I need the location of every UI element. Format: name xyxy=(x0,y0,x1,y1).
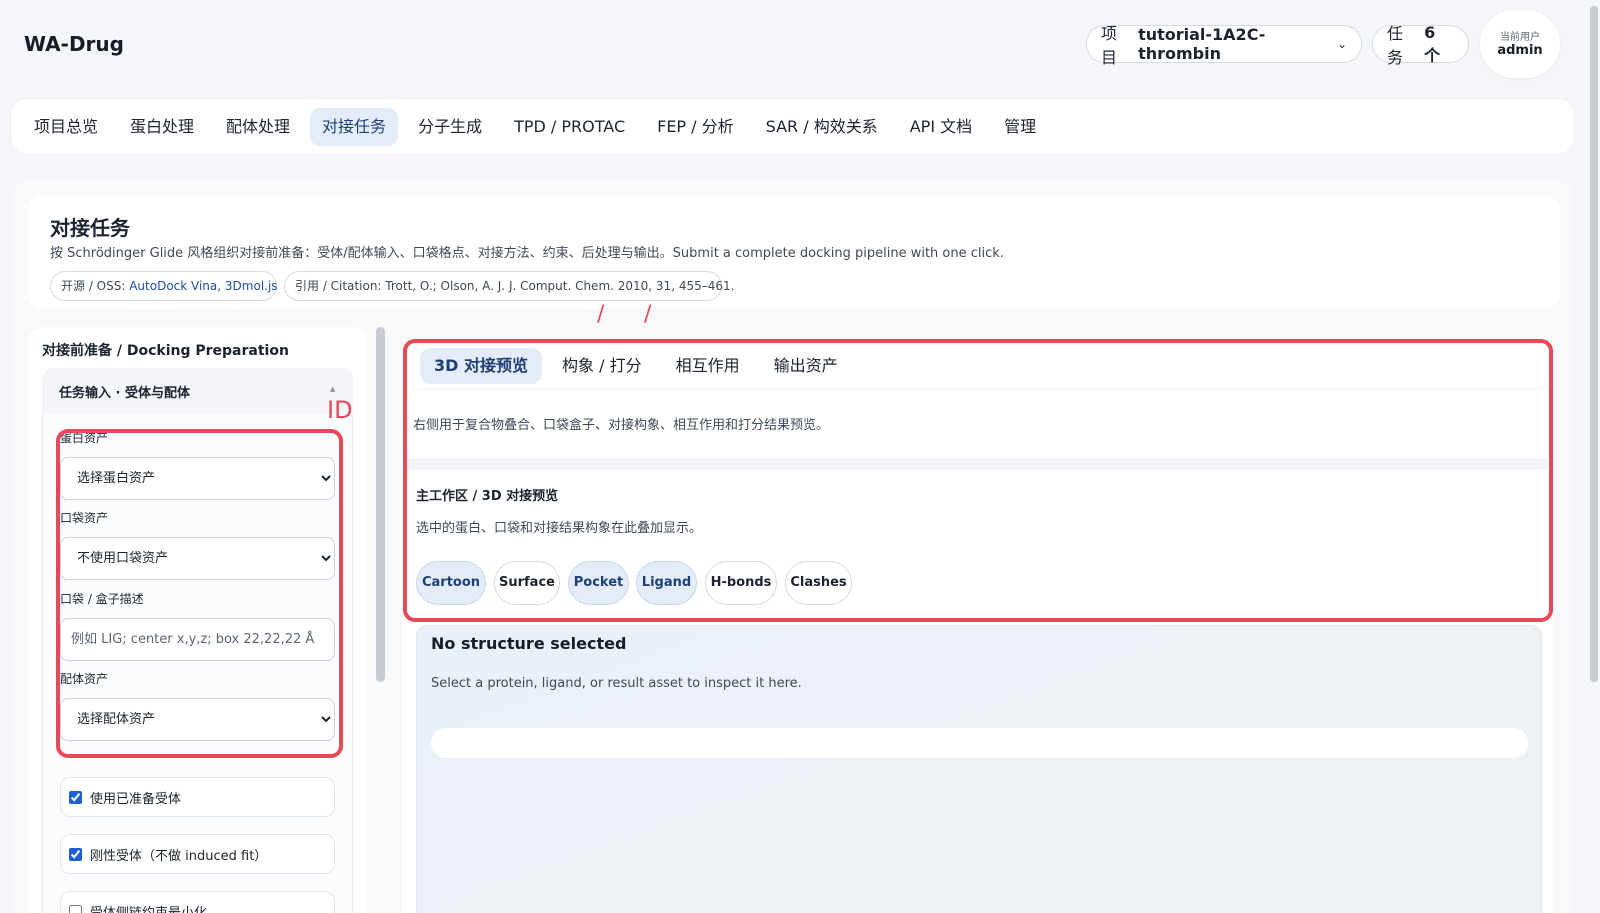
project-label: 项目 xyxy=(1101,24,1118,67)
nav-item-9[interactable]: 管理 xyxy=(992,108,1048,146)
use-prepared-receptor-checkbox[interactable] xyxy=(69,790,82,804)
oss-separator: , xyxy=(217,279,225,293)
docking-prep-title: 对接前准备 / Docking Preparation xyxy=(42,343,289,359)
sidechain-min-option[interactable]: 受体侧链约束最小化 xyxy=(60,891,335,913)
annotation-box-preview xyxy=(403,339,1553,622)
structure-viewer[interactable] xyxy=(416,625,1542,913)
nav-item-0[interactable]: 项目总览 xyxy=(22,108,110,146)
page-scrollbar[interactable] xyxy=(1590,6,1598,682)
viewer-toolbar xyxy=(431,728,1528,758)
sidechain-min-checkbox[interactable] xyxy=(69,904,82,913)
use-prepared-receptor-option[interactable]: 使用已准备受体 xyxy=(60,777,335,817)
nav-item-4[interactable]: 分子生成 xyxy=(406,108,494,146)
task-count-pill[interactable]: 任务 6 个 xyxy=(1372,22,1469,67)
annotation-slash-1: / xyxy=(597,302,605,327)
nav-item-1[interactable]: 蛋白处理 xyxy=(118,108,206,146)
rigid-receptor-option[interactable]: 刚性受体（不做 induced fit） xyxy=(60,834,335,874)
user-name: admin xyxy=(1497,43,1543,58)
top-bar: WA-Drug 项目 tutorial-1A2C-thrombin ⌄ 任务 6… xyxy=(0,0,1586,90)
brand-logo: WA-Drug xyxy=(24,32,124,56)
chevron-down-icon: ⌄ xyxy=(1336,37,1347,51)
left-panel-scrollbar[interactable] xyxy=(376,327,385,682)
rigid-receptor-label: 刚性受体（不做 induced fit） xyxy=(90,848,268,864)
user-label: 当前用户 xyxy=(1500,32,1540,43)
accordion-title: 任务输入 · 受体与配体 xyxy=(59,386,190,401)
nav-item-7[interactable]: SAR / 构效关系 xyxy=(754,108,890,146)
viewer-empty-subtitle: Select a protein, ligand, or result asse… xyxy=(431,676,802,691)
caret-up-icon[interactable]: ▲ xyxy=(330,385,335,393)
nav-item-3[interactable]: 对接任务 xyxy=(310,107,399,146)
page-title: 对接任务 xyxy=(50,216,130,240)
main-nav: 项目总览 蛋白处理 配体处理 对接任务 分子生成 TPD / PROTAC FEP / 分析… xyxy=(12,100,1573,153)
rigid-receptor-checkbox[interactable] xyxy=(69,847,82,861)
task-label: 任务 xyxy=(1387,24,1404,67)
oss-link-3dmol[interactable]: 3Dmol.js xyxy=(225,279,278,293)
annotation-slash-2: / xyxy=(644,302,652,327)
sidechain-min-label: 受体侧链约束最小化 xyxy=(90,905,208,913)
nav-item-8[interactable]: API 文档 xyxy=(898,108,984,146)
oss-pill: 开源 / OSS: AutoDock Vina, 3Dmol.js xyxy=(50,271,278,301)
annotation-box-inputs xyxy=(56,429,343,758)
page-description: 按 Schrödinger Glide 风格组织对接前准备：受体/配体输入、口袋… xyxy=(50,246,1004,261)
nav-item-6[interactable]: FEP / 分析 xyxy=(645,108,746,146)
annotation-id: ID xyxy=(327,396,353,424)
oss-prefix: 开源 / OSS: xyxy=(61,279,130,293)
use-prepared-receptor-label: 使用已准备受体 xyxy=(90,791,182,807)
viewer-empty-title: No structure selected xyxy=(431,634,627,653)
task-value: 6 个 xyxy=(1424,22,1441,65)
citation-pill: 引用 / Citation: Trott, O.; Olson, A. J. J… xyxy=(284,271,734,301)
nav-item-2[interactable]: 配体处理 xyxy=(214,108,302,146)
nav-item-5[interactable]: TPD / PROTAC xyxy=(502,108,637,146)
user-badge[interactable]: 当前用户 admin xyxy=(1480,10,1560,78)
project-selector[interactable]: 项目 tutorial-1A2C-thrombin ⌄ xyxy=(1086,24,1362,67)
oss-link-vina[interactable]: AutoDock Vina xyxy=(129,279,217,293)
project-value: tutorial-1A2C-thrombin xyxy=(1138,25,1266,63)
